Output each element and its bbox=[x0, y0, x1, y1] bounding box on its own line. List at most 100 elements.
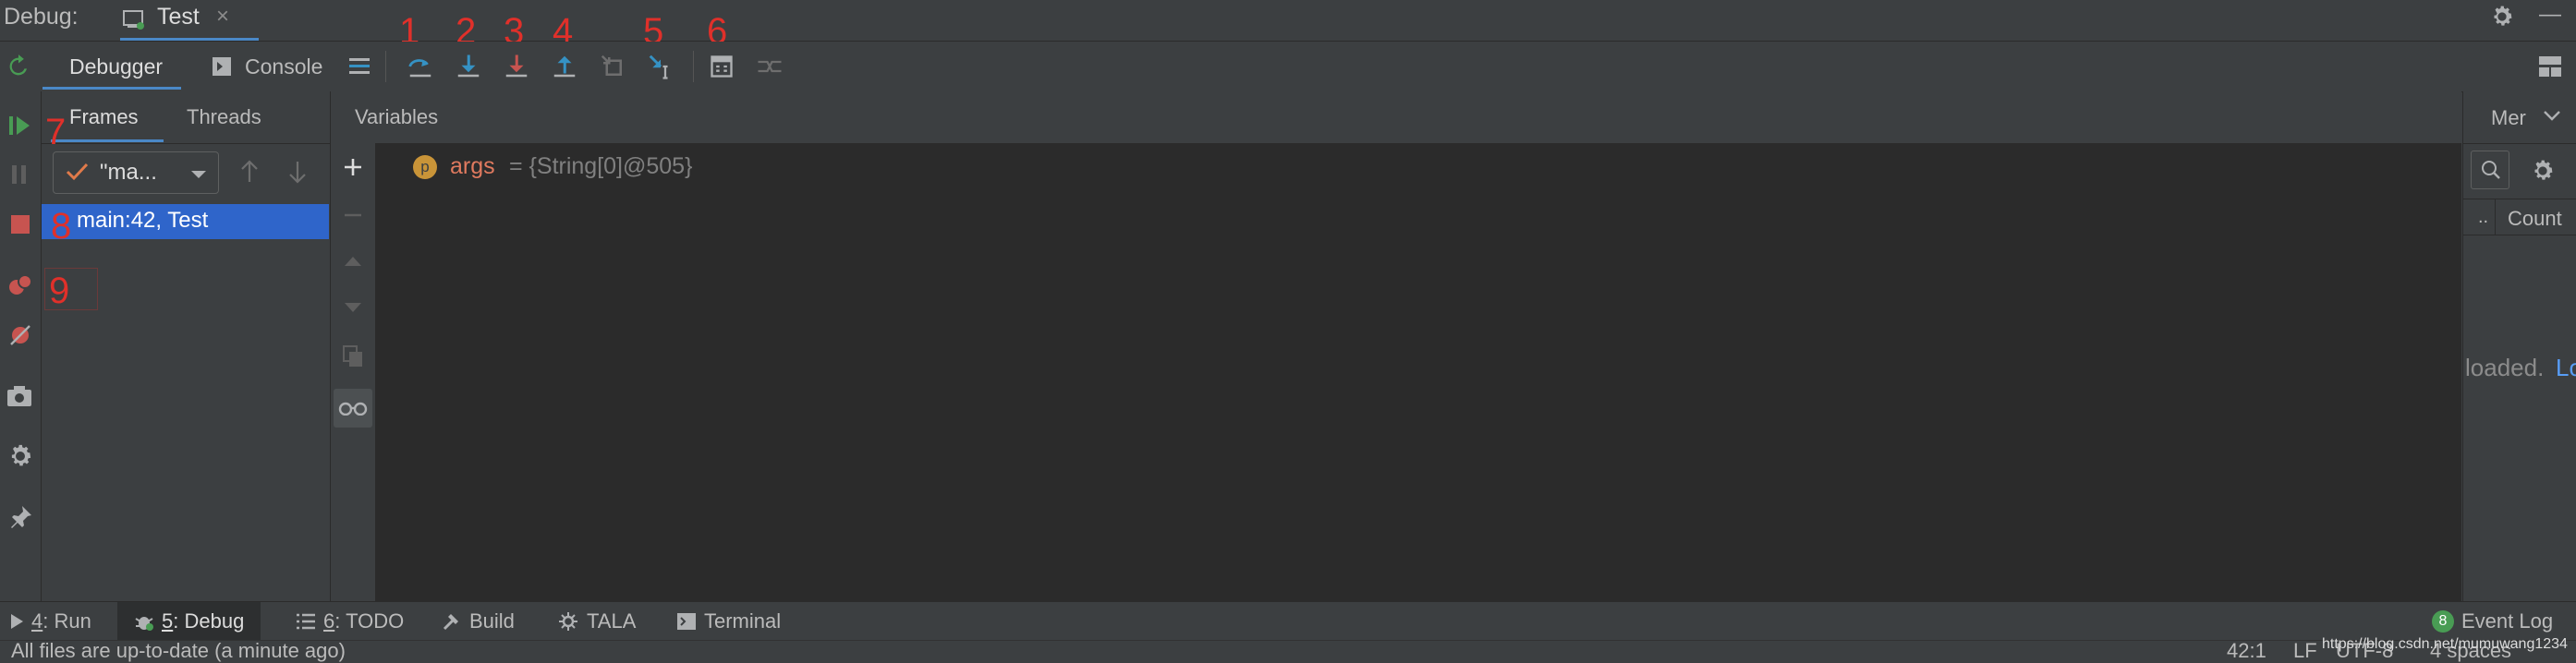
view-breakpoints-icon[interactable] bbox=[6, 272, 34, 303]
tab-close-icon[interactable]: × bbox=[216, 4, 229, 30]
memory-settings-icon[interactable] bbox=[2530, 158, 2556, 188]
tab-test[interactable]: Test × bbox=[120, 0, 259, 41]
step-into-icon[interactable] bbox=[452, 50, 485, 83]
divider bbox=[2463, 143, 2576, 144]
load-classes-link[interactable]: Lo bbox=[2556, 354, 2576, 382]
run-to-cursor-icon[interactable] bbox=[644, 50, 677, 83]
copy-icon[interactable] bbox=[342, 344, 364, 373]
console-icon bbox=[211, 55, 233, 82]
chevron-down-icon bbox=[190, 168, 207, 185]
previous-frame-icon[interactable] bbox=[239, 160, 260, 188]
variables-title: Variables bbox=[355, 105, 439, 128]
run-config-icon bbox=[122, 8, 146, 35]
caret-position[interactable]: 42:1 bbox=[2227, 639, 2266, 663]
toolbar-separator bbox=[385, 51, 386, 82]
memory-panel: Mer .. Count loaded. Lo bbox=[2462, 91, 2576, 601]
move-up-icon[interactable] bbox=[342, 252, 364, 273]
frames-panel: Frames Threads "ma... bbox=[42, 91, 331, 601]
pause-icon[interactable] bbox=[9, 163, 31, 191]
mute-breakpoints-icon[interactable] bbox=[7, 322, 33, 353]
variable-name: args bbox=[450, 153, 495, 179]
variables-tree: p args = {String[0]@505} bbox=[376, 144, 2461, 601]
list-icon bbox=[297, 613, 315, 630]
evaluate-expression-icon[interactable] bbox=[705, 50, 738, 83]
tab-todo-label: : TODO bbox=[334, 609, 405, 633]
memory-search-button[interactable] bbox=[2471, 151, 2509, 189]
tab-debugger[interactable]: Debugger bbox=[69, 54, 163, 79]
layout-settings-icon[interactable] bbox=[2537, 54, 2563, 83]
play-icon bbox=[11, 614, 23, 629]
debugger-tab-indicator bbox=[43, 87, 181, 90]
minimize-icon[interactable]: — bbox=[2539, 2, 2561, 28]
variables-toolbar bbox=[331, 143, 376, 601]
gear-icon[interactable] bbox=[2489, 4, 2515, 34]
tab-active-indicator bbox=[120, 38, 259, 41]
trace-stream-icon[interactable] bbox=[753, 50, 786, 83]
annotation-8: 8 bbox=[51, 206, 72, 247]
event-log-badge: 8 bbox=[2432, 610, 2454, 633]
tab-threads[interactable]: Threads bbox=[187, 105, 261, 129]
tab-build[interactable]: Build bbox=[442, 602, 515, 641]
tab-todo[interactable]: 6: TODO bbox=[296, 602, 404, 641]
tab-console[interactable]: Console bbox=[245, 54, 322, 79]
tab-debug-label: : Debug bbox=[173, 609, 245, 633]
frames-tab-indicator bbox=[51, 139, 164, 142]
column-class[interactable]: .. bbox=[2478, 207, 2488, 228]
add-watch-icon[interactable] bbox=[342, 156, 364, 183]
thread-selector[interactable]: "ma... bbox=[53, 151, 219, 194]
hammer-icon bbox=[443, 614, 458, 631]
remove-watch-icon[interactable] bbox=[342, 204, 364, 231]
drop-frame-icon[interactable] bbox=[596, 50, 629, 83]
parameter-badge-icon: p bbox=[413, 155, 437, 179]
frame-row[interactable]: main:42, Test bbox=[42, 204, 329, 239]
column-count[interactable]: Count bbox=[2508, 207, 2562, 231]
variables-header: Variables bbox=[331, 91, 2461, 144]
tab-build-label: Build bbox=[469, 609, 515, 633]
layout-menu-icon[interactable] bbox=[347, 55, 371, 82]
force-step-into-icon[interactable] bbox=[500, 50, 533, 83]
tab-tala-label: TALA bbox=[587, 609, 637, 633]
step-over-icon[interactable] bbox=[404, 50, 437, 83]
debug-title-bar: Debug: Test × — bbox=[0, 0, 2576, 42]
plugin-icon bbox=[559, 612, 577, 631]
event-log-button[interactable]: 8 Event Log bbox=[2432, 602, 2553, 641]
memory-status-text: loaded. bbox=[2465, 354, 2545, 381]
tab-debug[interactable]: 5: Debug bbox=[117, 602, 261, 641]
variable-row[interactable]: p args = {String[0]@505} bbox=[413, 149, 875, 182]
stop-icon[interactable] bbox=[8, 212, 32, 241]
column-divider bbox=[2495, 199, 2496, 235]
thread-selector-value: "ma... bbox=[100, 160, 157, 185]
variable-value: = {String[0]@505} bbox=[509, 153, 693, 179]
pin-icon[interactable] bbox=[7, 504, 33, 535]
check-icon bbox=[65, 161, 89, 187]
tab-frames[interactable]: Frames bbox=[69, 105, 139, 129]
settings-icon[interactable] bbox=[6, 442, 34, 475]
tab-terminal-label: Terminal bbox=[704, 609, 782, 633]
line-separator[interactable]: LF bbox=[2293, 639, 2317, 663]
tab-terminal[interactable]: Terminal bbox=[676, 602, 781, 641]
chevron-down-icon[interactable] bbox=[2543, 110, 2561, 127]
tab-test-label: Test bbox=[157, 4, 200, 30]
next-frame-icon[interactable] bbox=[287, 160, 308, 188]
rerun-icon[interactable] bbox=[6, 54, 31, 84]
frame-row-label: main:42, Test bbox=[77, 208, 209, 233]
status-bar: All files are up-to-date (a minute ago) … bbox=[0, 639, 2576, 663]
camera-icon[interactable] bbox=[6, 384, 33, 413]
tab-tala[interactable]: TALA bbox=[557, 602, 636, 641]
tool-window-bar: 4: Run 5: Debug 6: TODO Build TALA Termi… bbox=[0, 601, 2576, 641]
tab-memory[interactable]: Mer bbox=[2491, 106, 2526, 130]
debug-label: Debug: bbox=[4, 4, 79, 30]
show-watches-button[interactable] bbox=[334, 389, 372, 428]
annotation-9: 9 bbox=[49, 271, 70, 311]
resume-icon[interactable] bbox=[7, 113, 33, 143]
status-message: All files are up-to-date (a minute ago) bbox=[11, 639, 346, 662]
annotation-7: 7 bbox=[45, 112, 67, 152]
terminal-icon bbox=[677, 613, 696, 630]
tab-run-label: : Run bbox=[43, 609, 91, 633]
tab-todo-number: 6 bbox=[323, 609, 335, 633]
toolbar-separator bbox=[693, 51, 694, 82]
event-log-label: Event Log bbox=[2461, 609, 2554, 633]
tab-run[interactable]: 4: Run bbox=[9, 602, 101, 641]
move-down-icon[interactable] bbox=[342, 300, 364, 321]
step-out-icon[interactable] bbox=[548, 50, 581, 83]
